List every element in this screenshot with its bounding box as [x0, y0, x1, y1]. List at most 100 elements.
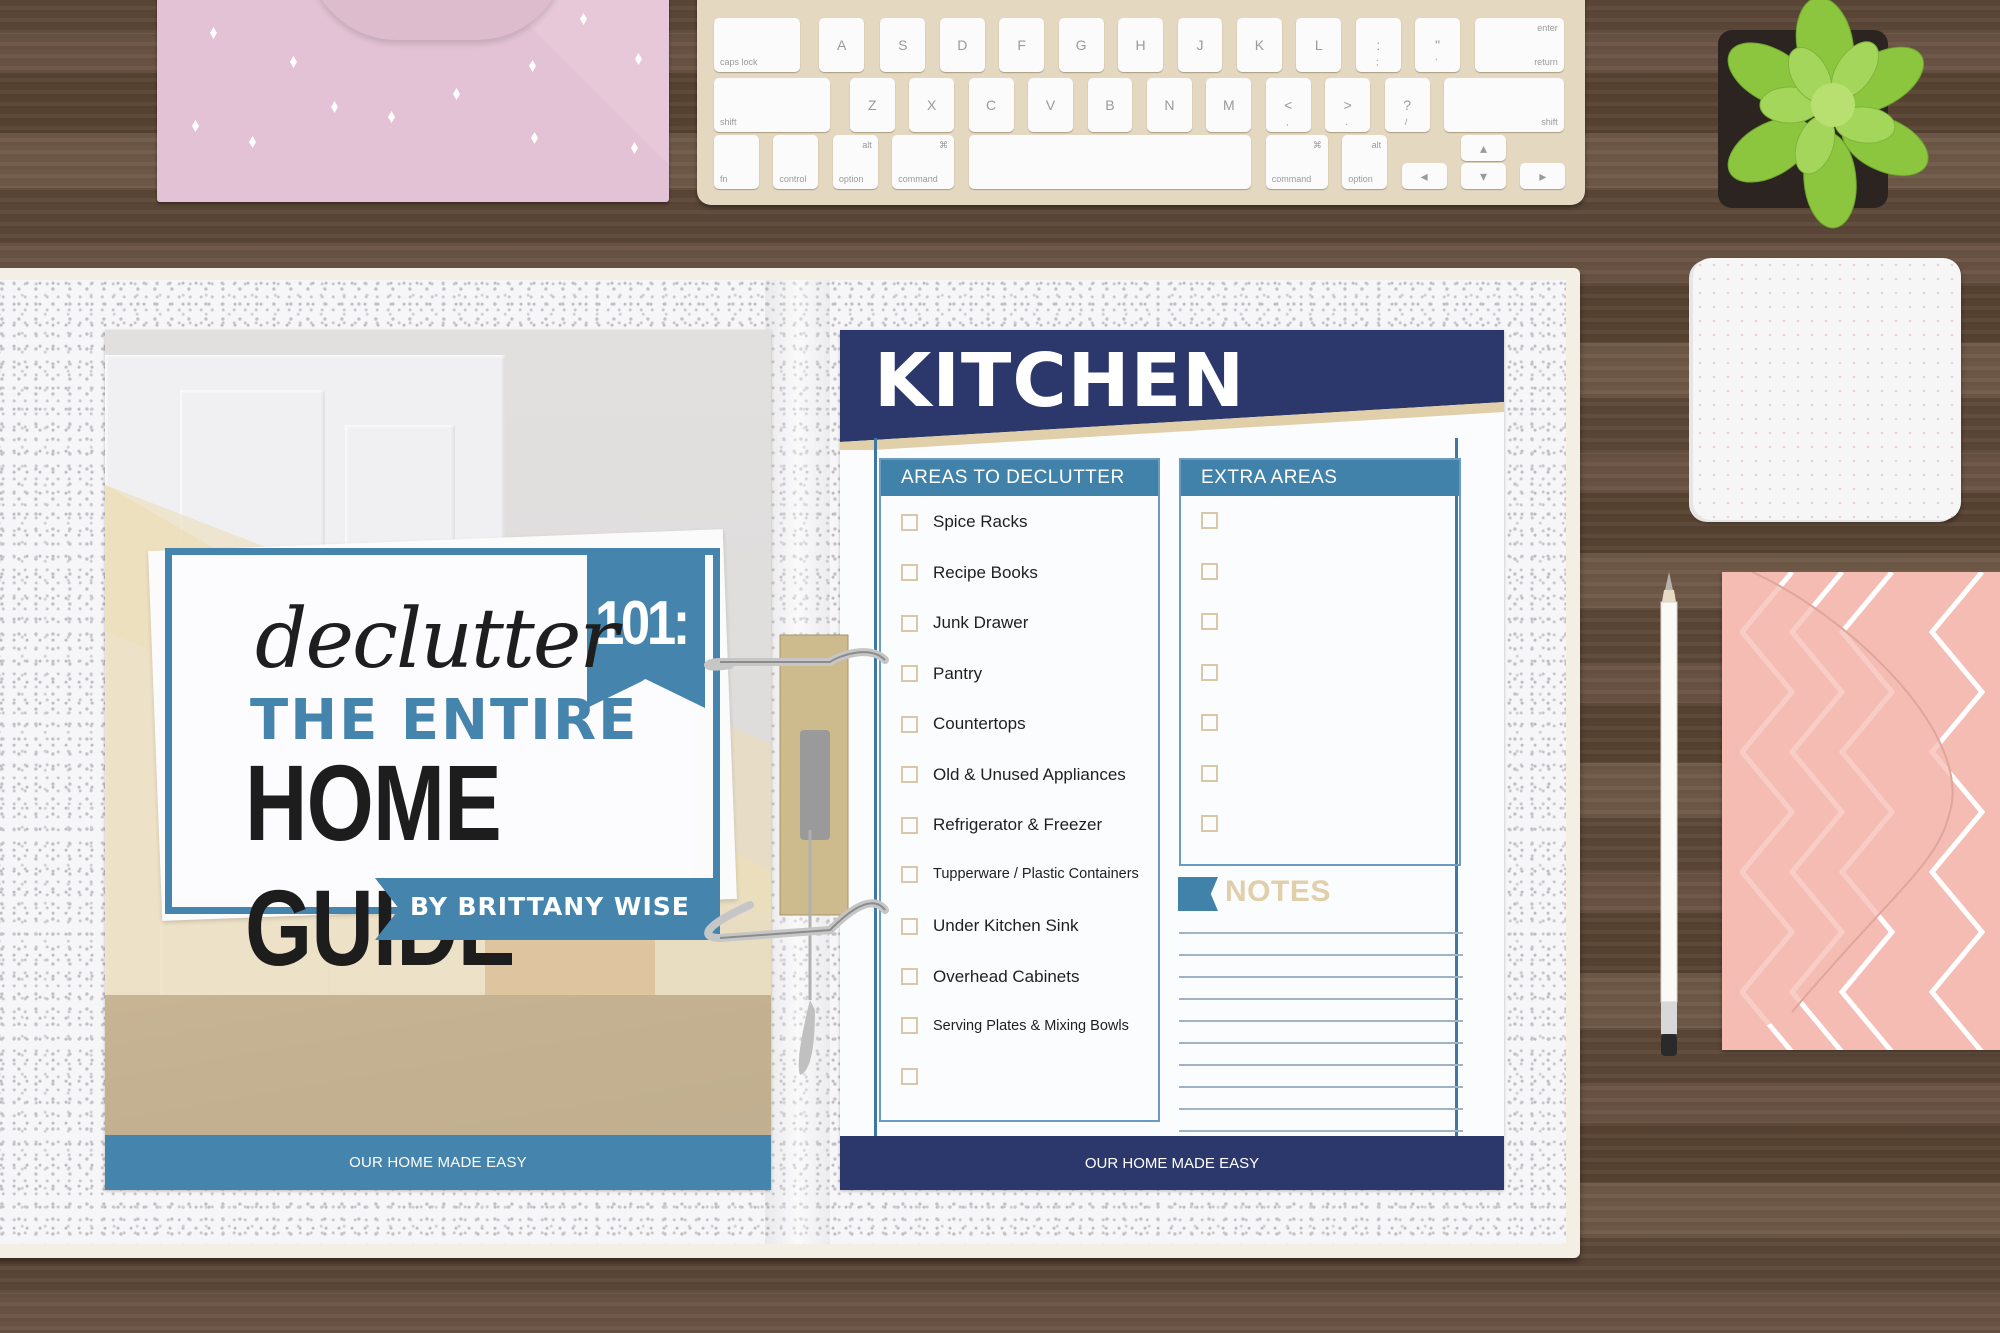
key-sublabel: / [1404, 117, 1408, 127]
notes-line[interactable] [1179, 1020, 1463, 1022]
key-bottomlabel: shift [719, 117, 737, 127]
key-label: F [1017, 37, 1026, 53]
key-label: V [1045, 97, 1056, 113]
notes-line[interactable] [1179, 1064, 1463, 1066]
key-label: A [837, 37, 847, 53]
checkbox[interactable] [901, 715, 918, 733]
extra-checklist-item[interactable] [1201, 764, 1233, 782]
key-label: ? [1403, 97, 1411, 113]
keyboard-key: J [1177, 18, 1223, 72]
notes-line[interactable] [1179, 1086, 1463, 1088]
keyboard-key: A [819, 18, 865, 72]
key-label: C [986, 97, 997, 113]
checklist-item-label: Overhead Cabinets [933, 966, 1080, 986]
key-bottomlabel: caps lock [719, 57, 758, 67]
key-label: ▾ [1479, 167, 1488, 184]
checklist-item-label: Recipe Books [933, 562, 1038, 582]
checkbox[interactable] [1201, 663, 1218, 681]
key-label: H [1135, 37, 1146, 53]
notes-line[interactable] [1179, 954, 1463, 956]
checkbox[interactable] [901, 816, 918, 834]
extra-areas-box: EXTRA AREAS [1179, 458, 1461, 866]
key-label: N [1164, 97, 1175, 113]
diamond-dot [290, 56, 297, 68]
checkbox[interactable] [901, 1017, 918, 1034]
key-toplabel: ⌘ [1312, 140, 1322, 150]
binder-spine [765, 280, 830, 1244]
areas-checklist-item[interactable]: Under Kitchen Sink [901, 916, 1079, 936]
checkbox[interactable] [901, 513, 918, 531]
notes-line[interactable] [1179, 1108, 1463, 1110]
areas-checklist-item[interactable] [901, 1067, 933, 1085]
key-label: S [898, 37, 908, 53]
checkbox[interactable] [1201, 613, 1218, 630]
cover-footer: OUR HOME MADE EASY [105, 1135, 771, 1190]
notes-line[interactable] [1179, 1130, 1463, 1132]
notes-line[interactable] [1179, 998, 1463, 1000]
checkbox[interactable] [1201, 714, 1218, 731]
keyboard-key: ▸ [1520, 163, 1566, 189]
keyboard-key: X [909, 78, 955, 132]
key-label: D [957, 37, 968, 53]
checkbox[interactable] [1201, 764, 1218, 782]
key-bottomlabel: option [838, 174, 864, 184]
checkbox[interactable] [1201, 815, 1218, 832]
areas-checklist-item[interactable]: Countertops [901, 714, 1026, 734]
notes-line[interactable] [1179, 1042, 1463, 1044]
checkbox[interactable] [901, 665, 918, 682]
notes-heading: NOTES [1225, 875, 1331, 908]
keyboard-key: :; [1355, 18, 1401, 72]
extra-checklist-item[interactable] [1201, 714, 1233, 731]
checkbox[interactable] [901, 968, 918, 985]
key-sublabel: ; [1375, 57, 1379, 67]
areas-checklist-item[interactable]: Spice Racks [901, 512, 1027, 532]
diamond-dot [192, 120, 199, 132]
checkbox[interactable] [901, 564, 918, 581]
diamond-dot [331, 101, 338, 113]
keyboard-key: ▴ [1461, 135, 1506, 161]
areas-checklist-item[interactable]: Overhead Cabinets [901, 967, 1079, 987]
checkbox[interactable] [901, 917, 918, 935]
extra-checklist-item[interactable] [1201, 613, 1233, 630]
keyboard-key [968, 135, 1252, 189]
checkbox[interactable] [901, 614, 918, 632]
key-bottomlabel: option [1348, 174, 1373, 184]
key-label: > [1343, 97, 1352, 113]
extra-areas-heading: EXTRA AREAS [1181, 460, 1459, 496]
extra-checklist-item[interactable] [1201, 562, 1233, 580]
areas-checklist-item[interactable]: Recipe Books [901, 563, 1038, 583]
keyboard-key: S [880, 18, 926, 72]
keyboard-key: F [999, 18, 1045, 72]
keyboard-key: G [1058, 18, 1104, 72]
checkbox[interactable] [1201, 512, 1218, 529]
notes-line[interactable] [1179, 932, 1463, 934]
pencil [1660, 572, 1678, 1056]
checkbox[interactable] [901, 1067, 918, 1085]
extra-checklist-item[interactable] [1201, 815, 1233, 832]
keyboard-key: caps lock [713, 18, 800, 72]
areas-checklist-item[interactable]: Junk Drawer [901, 613, 1028, 633]
checklist-item-label: Spice Racks [933, 512, 1028, 531]
areas-checklist-item[interactable]: Old & Unused Appliances [901, 765, 1126, 785]
keyboard-key: fn [713, 135, 759, 189]
checkbox[interactable] [1201, 562, 1218, 580]
extra-checklist-item[interactable] [1201, 512, 1233, 529]
cover-script-title: declutter [255, 592, 619, 687]
extra-checklist-item[interactable] [1201, 663, 1233, 681]
keyboard-key: alt option [832, 135, 878, 189]
notes-line[interactable] [1179, 976, 1463, 978]
keyboard-key: ⌘ command [892, 135, 955, 189]
areas-checklist-item[interactable]: Tupperware / Plastic Containers [901, 865, 1139, 883]
areas-checklist-item[interactable]: Pantry [901, 664, 982, 684]
areas-checklist-item[interactable]: Serving Plates & Mixing Bowls [901, 1017, 1129, 1034]
diamond-dot [453, 88, 460, 100]
kitchen-title: KITCHEN [874, 338, 1246, 424]
key-label: K [1254, 37, 1265, 53]
cover-page: 101: declutter THE ENTIRE HOME GUIDE BY … [105, 330, 771, 1190]
areas-checklist-item[interactable]: Refrigerator & Freezer [901, 815, 1102, 835]
keyboard-key: ⌘ command [1265, 135, 1328, 189]
checkbox[interactable] [901, 865, 918, 883]
keyboard-key: Z [849, 78, 895, 132]
diamond-dot [210, 27, 217, 39]
checkbox[interactable] [901, 766, 918, 783]
